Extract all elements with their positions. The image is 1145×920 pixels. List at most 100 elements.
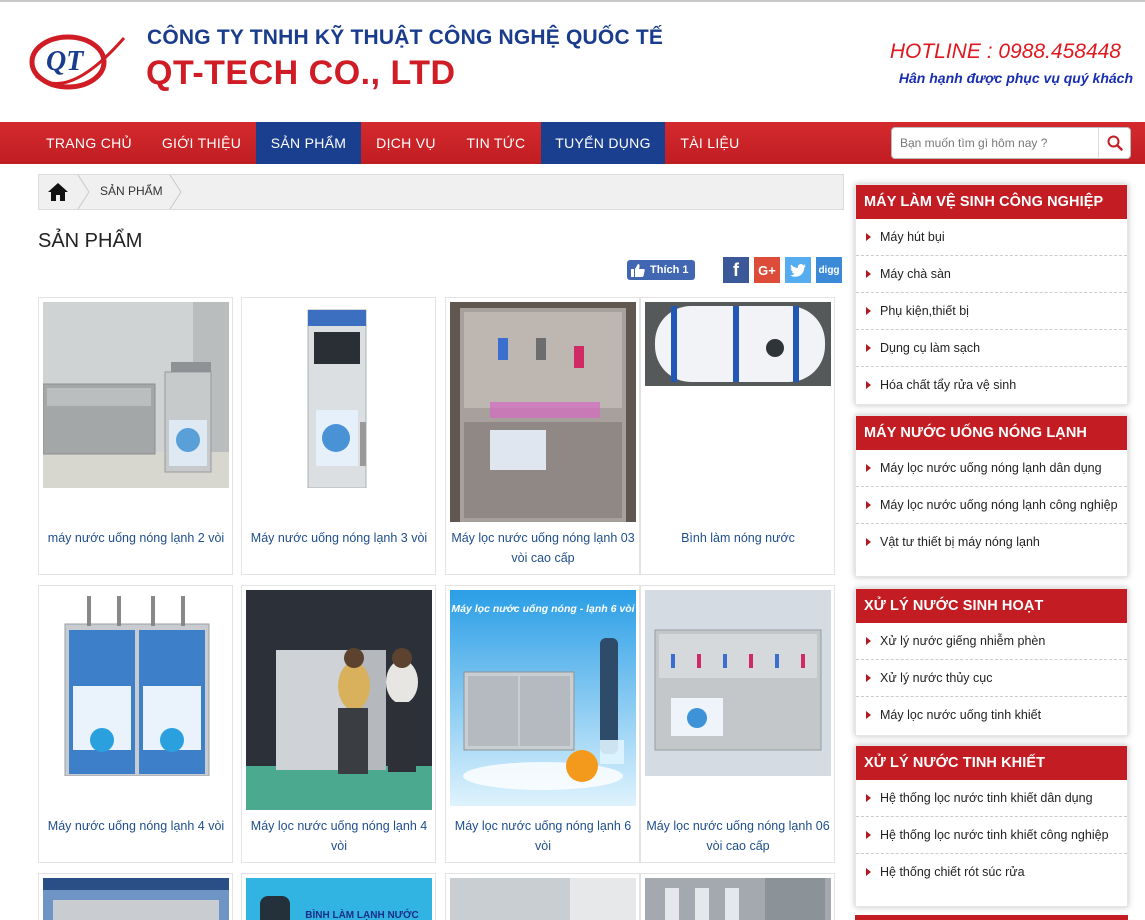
breadcrumb-separator	[169, 175, 182, 209]
sidebar-item[interactable]: Dụng cụ làm sạch	[856, 330, 1127, 367]
sidebar-item[interactable]: Hóa chất tẩy rửa vệ sinh	[856, 367, 1127, 403]
product-image[interactable]	[450, 878, 636, 920]
sidebar-item[interactable]: Máy lọc nước uống nóng lạnh dân dụng	[856, 450, 1127, 487]
caret-right-icon	[866, 868, 871, 876]
sidebar-category-title[interactable]: MÁY LÀM VỆ SINH CÔNG NGHIỆP	[856, 185, 1127, 219]
breadcrumb-current: SẢN PHẨM	[100, 184, 163, 198]
caret-right-icon	[866, 381, 871, 389]
sidebar-item[interactable]: Xử lý nước thủy cục	[856, 660, 1127, 697]
product-card[interactable]: Máy lọc nước uống nóng lạnh 4 vòi	[241, 585, 436, 863]
sidebar-item[interactable]: Vật tư thiết bị máy nóng lạnh	[856, 524, 1127, 560]
sidebar-item[interactable]: Hệ thống lọc nước tinh khiết dân dụng	[856, 780, 1127, 817]
product-name[interactable]: máy nước uống nóng lạnh 2 vòi	[43, 528, 229, 548]
product-name[interactable]: Máy nước uống nóng lạnh 4 vòi	[43, 816, 229, 836]
caret-right-icon	[866, 538, 871, 546]
product-image[interactable]	[43, 590, 229, 776]
nav-home[interactable]: TRANG CHỦ	[34, 122, 144, 164]
product-image[interactable]	[246, 590, 432, 810]
slogan: Hân hạnh được phục vụ quý khách	[898, 70, 1133, 86]
product-card[interactable]: Máy lọc nước uống nóng lạnh 06 vòi cao c…	[640, 585, 835, 863]
company-name-vi: CÔNG TY TNHH KỸ THUẬT CÔNG NGHỆ QUỐC TẾ	[147, 26, 664, 49]
main-nav: TRANG CHỦ GIỚI THIỆU SẢN PHẨM DỊCH VỤ TI…	[0, 122, 1145, 164]
facebook-like-button[interactable]: Thích 1	[627, 260, 695, 280]
search-button[interactable]	[1098, 128, 1130, 158]
caret-right-icon	[866, 233, 871, 241]
logo-text: QT	[46, 46, 85, 77]
nav-services[interactable]: DỊCH VỤ	[362, 122, 450, 164]
nav-news[interactable]: TIN TỨC	[452, 122, 540, 164]
caret-right-icon	[866, 307, 871, 315]
sidebar-category-title[interactable]: MÁY NƯỚC UỐNG NÓNG LẠNH	[856, 416, 1127, 450]
product-card[interactable]: máy nước uống nóng lạnh 2 vòi	[38, 297, 233, 575]
sidebar-item[interactable]: Xử lý nước giếng nhiễm phèn	[856, 623, 1127, 660]
product-card[interactable]	[38, 873, 233, 920]
product-name[interactable]: Bình làm nóng nước	[645, 528, 831, 548]
sidebar-category-domestic-water: XỬ LÝ NƯỚC SINH HOẠT Xử lý nước giếng nh…	[855, 588, 1128, 736]
caret-right-icon	[866, 344, 871, 352]
caret-right-icon	[866, 674, 871, 682]
caret-right-icon	[866, 637, 871, 645]
search-box	[891, 127, 1131, 159]
share-twitter-button[interactable]	[785, 257, 811, 283]
nav-documents[interactable]: TÀI LIỆU	[666, 122, 754, 164]
share-digg-button[interactable]: digg	[816, 257, 842, 283]
product-card[interactable]: Máy lọc nước uống nóng lạnh 03 vòi cao c…	[445, 297, 640, 575]
share-google-button[interactable]: G+	[754, 257, 780, 283]
digg-icon: digg	[818, 264, 840, 276]
company-name-en: QT-TECH CO., LTD	[146, 54, 456, 92]
product-name[interactable]: Máy lọc nước uống nóng lạnh 06 vòi cao c…	[645, 816, 831, 856]
product-card[interactable]: Máy nước uống nóng lạnh 3 vòi	[241, 297, 436, 575]
product-name[interactable]: Máy nước uống nóng lạnh 3 vòi	[246, 528, 432, 548]
breadcrumb-separator	[77, 175, 90, 209]
hotline: HOTLINE : 0988.458448	[889, 40, 1121, 63]
product-image[interactable]	[645, 590, 831, 776]
sidebar-item[interactable]: Hệ thống lọc nước tinh khiết công nghiệp	[856, 817, 1127, 854]
caret-right-icon	[866, 794, 871, 802]
sidebar-item[interactable]: Hệ thống chiết rót súc rửa	[856, 854, 1127, 890]
product-image[interactable]	[645, 878, 831, 920]
poster-title: BÌNH LÀM LẠNH NƯỚC	[305, 908, 418, 920]
search-input[interactable]	[892, 128, 1100, 158]
product-name[interactable]: Máy lọc nước uống nóng lạnh 6 vòi	[450, 816, 636, 856]
sidebar-item[interactable]: Máy lọc nước uống tinh khiết	[856, 697, 1127, 733]
company-logo[interactable]: QT	[28, 32, 132, 94]
product-card[interactable]: Bình làm nóng nước	[640, 297, 835, 575]
nav-products[interactable]: SẢN PHẨM	[256, 122, 361, 164]
sidebar-item[interactable]: Máy lọc nước uống nóng lạnh công nghiệp	[856, 487, 1127, 524]
product-image[interactable]	[246, 302, 432, 488]
sidebar-next-category	[855, 915, 1128, 920]
site-header: QT CÔNG TY TNHH KỸ THUẬT CÔNG NGHỆ QUỐC …	[0, 2, 1145, 122]
sidebar-item[interactable]: Máy chà sàn	[856, 256, 1127, 293]
product-card[interactable]: Máy lọc nước uống nóng - lạnh 6 vòi Máy …	[445, 585, 640, 863]
sidebar-category-title[interactable]: XỬ LÝ NƯỚC SINH HOẠT	[856, 589, 1127, 623]
sidebar-category-title[interactable]: XỬ LÝ NƯỚC TINH KHIẾT	[856, 746, 1127, 780]
search-icon	[1107, 135, 1123, 151]
product-image[interactable]: Máy lọc nước uống nóng - lạnh 6 vòi	[450, 590, 636, 806]
caret-right-icon	[866, 831, 871, 839]
breadcrumb-home[interactable]	[39, 175, 77, 209]
home-icon	[48, 183, 68, 201]
nav-about[interactable]: GIỚI THIỆU	[148, 122, 255, 164]
product-card[interactable]: Máy nước uống nóng lạnh 4 vòi	[38, 585, 233, 863]
product-image[interactable]	[645, 302, 831, 386]
sidebar-category-purified-water: XỬ LÝ NƯỚC TINH KHIẾT Hệ thống lọc nước …	[855, 745, 1128, 907]
nav-recruitment[interactable]: TUYỂN DỤNG	[541, 122, 665, 164]
share-facebook-button[interactable]: f	[723, 257, 749, 283]
like-label: Thích 1	[650, 264, 689, 276]
product-card[interactable]	[640, 873, 835, 920]
product-image[interactable]	[450, 302, 636, 522]
page-title: SẢN PHẨM	[38, 230, 143, 252]
product-image[interactable]: BÌNH LÀM LẠNH NƯỚC	[246, 878, 432, 920]
product-name[interactable]: Máy lọc nước uống nóng lạnh 03 vòi cao c…	[450, 528, 636, 568]
product-image[interactable]	[43, 302, 229, 488]
sidebar-item[interactable]: Máy hút bụi	[856, 219, 1127, 256]
sidebar-category-hot-cold-water: MÁY NƯỚC UỐNG NÓNG LẠNH Máy lọc nước uốn…	[855, 415, 1128, 577]
google-plus-icon: G+	[758, 262, 776, 278]
product-name[interactable]: Máy lọc nước uống nóng lạnh 4 vòi	[246, 816, 432, 856]
product-image[interactable]	[43, 878, 229, 920]
product-card[interactable]: BÌNH LÀM LẠNH NƯỚC	[241, 873, 436, 920]
product-card[interactable]	[445, 873, 640, 920]
sidebar-item[interactable]: Phụ kiện,thiết bị	[856, 293, 1127, 330]
sidebar-category-cleaning: MÁY LÀM VỆ SINH CÔNG NGHIỆP Máy hút bụi …	[855, 184, 1128, 405]
caret-right-icon	[866, 501, 871, 509]
